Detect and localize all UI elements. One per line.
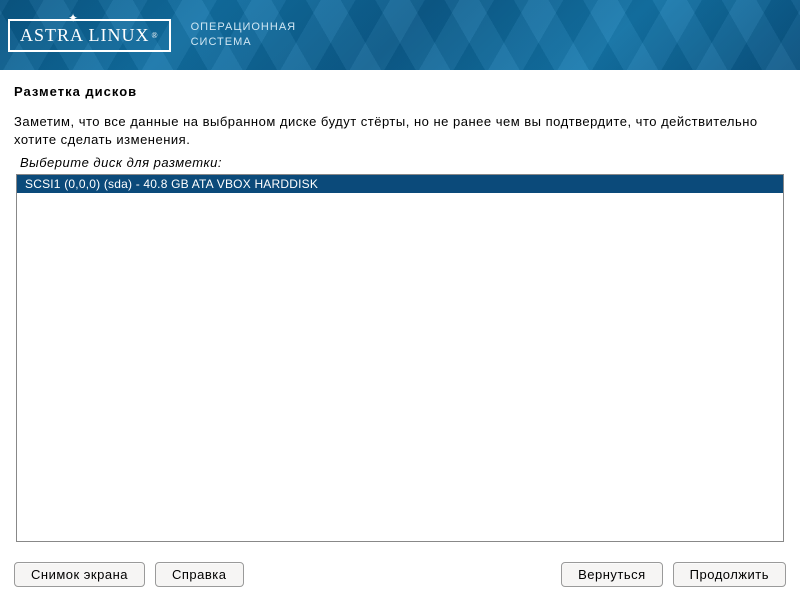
content-area: Разметка дисков Заметим, что все данные … <box>0 70 800 542</box>
disk-listbox[interactable]: SCSI1 (0,0,0) (sda) - 40.8 GB ATA VBOX H… <box>16 174 784 542</box>
page-title: Разметка дисков <box>14 84 786 99</box>
select-disk-prompt: Выберите диск для разметки: <box>20 155 786 170</box>
continue-button[interactable]: Продолжить <box>673 562 786 587</box>
star-icon: ✦ <box>68 11 79 26</box>
header-subtitle: ОПЕРАЦИОННАЯ СИСТЕМА <box>191 20 297 51</box>
astra-linux-logo: ✦ ASTRA LINUX® <box>8 19 171 52</box>
screenshot-button[interactable]: Снимок экрана <box>14 562 145 587</box>
subtitle-line2: СИСТЕМА <box>191 35 297 50</box>
disk-list-item[interactable]: SCSI1 (0,0,0) (sda) - 40.8 GB ATA VBOX H… <box>17 175 783 193</box>
registered-mark: ® <box>152 31 159 40</box>
help-button[interactable]: Справка <box>155 562 244 587</box>
logo-text: ASTRA LINUX <box>20 25 150 46</box>
footer-toolbar: Снимок экрана Справка Вернуться Продолжи… <box>0 556 800 600</box>
subtitle-line1: ОПЕРАЦИОННАЯ <box>191 20 297 35</box>
installer-header: ✦ ASTRA LINUX® ОПЕРАЦИОННАЯ СИСТЕМА <box>0 0 800 70</box>
back-button[interactable]: Вернуться <box>561 562 663 587</box>
warning-text: Заметим, что все данные на выбранном дис… <box>14 113 786 149</box>
